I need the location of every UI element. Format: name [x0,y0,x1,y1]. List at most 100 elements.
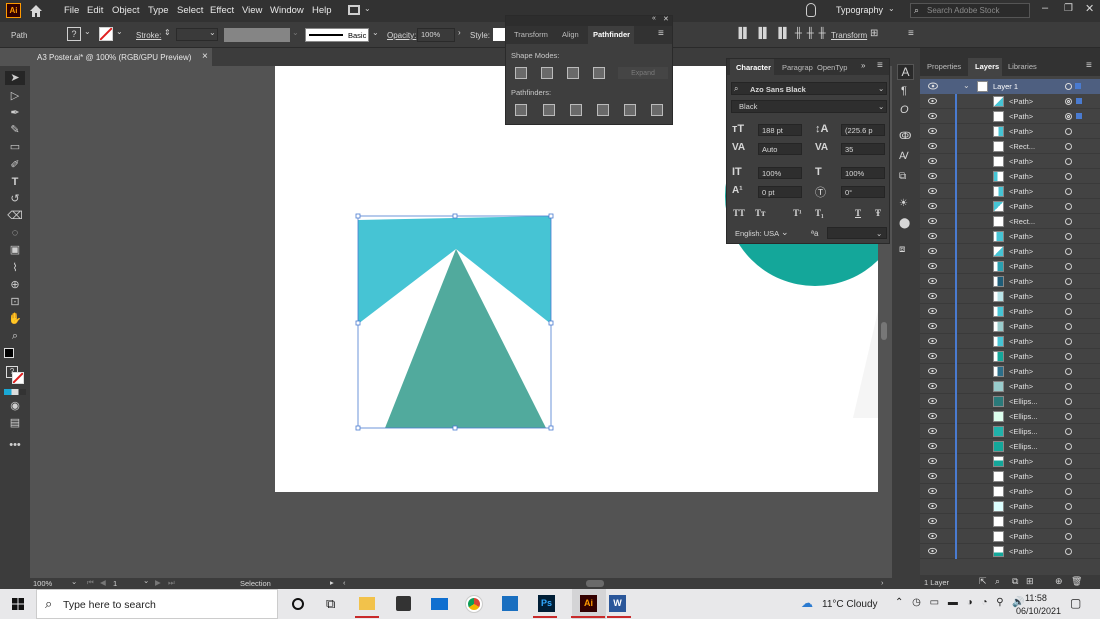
kerning-field[interactable]: Auto [758,143,802,155]
target-circle-icon[interactable] [1065,518,1072,525]
target-circle-icon[interactable] [1065,98,1072,105]
color-mode-icons[interactable] [4,389,26,395]
selected-square-icon[interactable] [1076,98,1082,104]
stroke-box[interactable] [12,372,24,384]
menu-help[interactable]: Help [312,5,332,16]
mail-icon[interactable] [431,598,448,610]
target-circle-icon[interactable] [1065,308,1072,315]
subscript-button[interactable]: T₁ [815,208,824,218]
fill-swatch[interactable]: ? [67,27,81,41]
align-icons[interactable]: ▐▌ ▐▌ ▐▌ ╫ ╫ ╫ [735,28,827,39]
unite-button[interactable] [515,67,527,79]
panel-menu-icon[interactable]: ≡ [908,28,914,39]
transform-label[interactable]: Transform [831,31,867,40]
glyphs-panel-icon[interactable]: ↂ [899,131,911,142]
eye-icon[interactable] [928,502,937,510]
menu-view[interactable]: View [242,5,262,16]
layer-item-name[interactable]: <Path> [1009,382,1033,391]
layer-item-name[interactable]: <Path> [1009,112,1033,121]
eye-icon[interactable] [928,127,937,135]
target-circle-icon[interactable] [1065,83,1072,90]
tab-libraries[interactable]: Libraries [1008,62,1037,71]
weather-text[interactable]: 11°C Cloudy [822,599,878,610]
layer-row[interactable]: <Ellips... [920,409,1100,424]
target-circle-icon[interactable] [1065,533,1072,540]
eye-icon[interactable] [928,292,937,300]
opacity-label[interactable]: Opacity: [387,31,416,40]
collapse-icon[interactable]: » [861,61,865,70]
target-circle-icon[interactable] [1065,278,1072,285]
anti-aliasing-select[interactable]: ⌄ [827,227,887,239]
target-circle-icon[interactable] [1065,128,1072,135]
target-circle-icon[interactable] [1065,548,1072,555]
cortana-icon[interactable] [292,598,304,610]
eye-icon[interactable] [928,307,937,315]
document-tab-close[interactable]: × [202,51,208,62]
arrange-documents-icon[interactable] [348,5,360,15]
stroke-chevron-icon[interactable]: ⌄ [116,27,123,36]
artboard-chevron-icon[interactable]: ⌄ [143,576,149,585]
eye-icon[interactable] [928,532,937,540]
target-circle-icon[interactable] [1065,323,1072,330]
paragraph-panel-icon[interactable]: ¶ [901,85,907,97]
layer-row[interactable]: <Path> [920,544,1100,559]
superscript-button[interactable]: T¹ [793,208,802,218]
character-styles-icon[interactable]: Ꜹ [899,151,909,162]
menu-object[interactable]: Object [112,5,139,16]
eye-icon[interactable] [928,487,937,495]
close-icon[interactable]: ✕ [663,15,669,23]
exclude-button[interactable] [593,67,605,79]
eye-icon[interactable] [928,172,937,180]
target-circle-icon[interactable] [1065,233,1072,240]
more-tools-icon[interactable]: ••• [5,438,25,452]
layer-item-name[interactable]: <Path> [1009,502,1033,511]
draw-mode-icon[interactable]: ◉ [5,399,25,413]
target-circle-icon[interactable] [1065,368,1072,375]
menu-select[interactable]: Select [177,5,203,16]
layer-item-name[interactable]: <Path> [1009,127,1033,136]
selected-square-icon[interactable] [1075,83,1081,89]
layer-row[interactable]: <Path> [920,469,1100,484]
eye-icon[interactable] [928,457,937,465]
tab-opentype[interactable]: OpenTyp [817,63,847,72]
layer-item-name[interactable]: <Ellips... [1009,427,1038,436]
new-layer-icon[interactable]: ⊕ [1055,576,1063,587]
variable-width-profile[interactable] [224,28,290,42]
tab-properties[interactable]: Properties [927,62,961,71]
first-artboard-icon[interactable]: ⏮ [87,578,94,588]
target-circle-icon[interactable] [1065,113,1072,120]
tab-transform[interactable]: Transform [514,30,548,39]
lasso-tool-icon[interactable]: ◌ [5,226,25,240]
tab-character[interactable]: Character [730,59,774,75]
eye-icon[interactable] [928,397,937,405]
layer-row[interactable]: <Path> [920,199,1100,214]
fill-chevron-icon[interactable]: ⌄ [84,27,91,36]
layer-item-name[interactable]: <Path> [1009,187,1033,196]
eye-icon[interactable] [928,547,937,555]
clock-time[interactable]: 11:58 [1025,593,1047,603]
layer-item-name[interactable]: <Path> [1009,172,1033,181]
layer-item-name[interactable]: <Path> [1009,97,1033,106]
rotate-tool-icon[interactable]: ↺ [5,192,25,206]
layer-row[interactable]: <Path> [920,319,1100,334]
new-sublayer-icon[interactable]: ⊞ [1026,576,1034,587]
next-artboard-icon[interactable]: ▶ [155,578,161,587]
illustrator-taskbar-icon[interactable]: Ai [572,589,606,619]
horizontal-scrollbar-thumb[interactable] [586,580,604,587]
expand-button[interactable]: Expand [618,67,668,79]
character-panel-icon[interactable]: A [897,64,914,80]
layer-row[interactable]: <Path> [920,499,1100,514]
eye-icon[interactable] [928,217,937,225]
underline-button[interactable]: T [855,208,861,218]
layer-item-name[interactable]: <Ellips... [1009,442,1038,451]
target-circle-icon[interactable] [1065,398,1072,405]
status-mode[interactable]: Selection [240,579,271,588]
layer-item-name[interactable]: <Path> [1009,277,1033,286]
task-view-icon[interactable]: ⧉ [326,596,335,612]
stroke-stepper[interactable]: ⇕ [164,28,171,37]
scrollbar-thumb[interactable] [881,322,887,340]
eye-icon[interactable] [928,262,937,270]
target-circle-icon[interactable] [1065,263,1072,270]
layer-row[interactable]: <Ellips... [920,394,1100,409]
eye-icon[interactable] [928,412,937,420]
